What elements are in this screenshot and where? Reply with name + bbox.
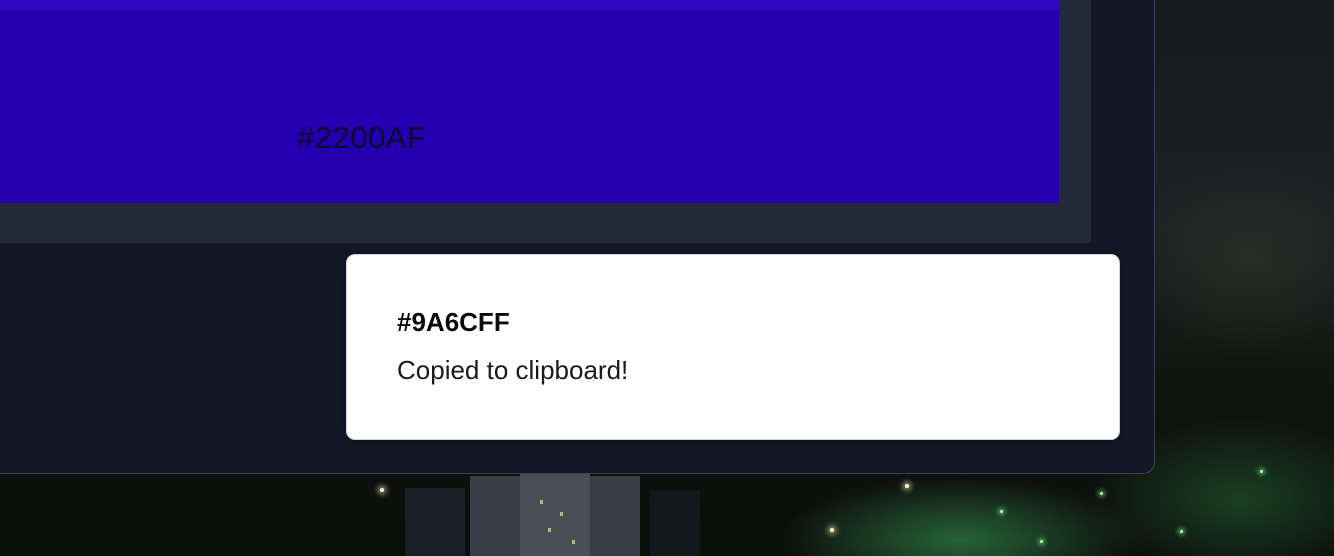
wallpaper-light xyxy=(1180,530,1183,533)
toast-message: Copied to clipboard! xyxy=(397,355,629,385)
wallpaper-window-light xyxy=(572,540,575,544)
wallpaper-light xyxy=(1000,510,1003,513)
wallpaper-light xyxy=(380,488,384,492)
swatch-panel: #2200AF xyxy=(0,0,1091,243)
wallpaper-building xyxy=(405,488,465,556)
wallpaper-light xyxy=(1040,540,1043,543)
wallpaper-light xyxy=(905,484,909,488)
color-swatch[interactable]: #2200AF xyxy=(0,11,1059,203)
wallpaper-light xyxy=(1100,492,1103,495)
wallpaper-building xyxy=(520,470,590,556)
swatch-hex-label: #2200AF xyxy=(297,120,427,155)
wallpaper-window-light xyxy=(560,512,563,516)
toast-title: #9A6CFF xyxy=(397,307,510,337)
wallpaper-window-light xyxy=(540,500,543,504)
copied-toast: #9A6CFF Copied to clipboard! xyxy=(346,254,1120,440)
wallpaper-window-light xyxy=(548,528,551,532)
wallpaper-light xyxy=(830,528,834,532)
wallpaper-building xyxy=(650,490,700,556)
wallpaper-light xyxy=(1260,470,1263,473)
color-swatch-previous[interactable] xyxy=(0,0,1059,11)
